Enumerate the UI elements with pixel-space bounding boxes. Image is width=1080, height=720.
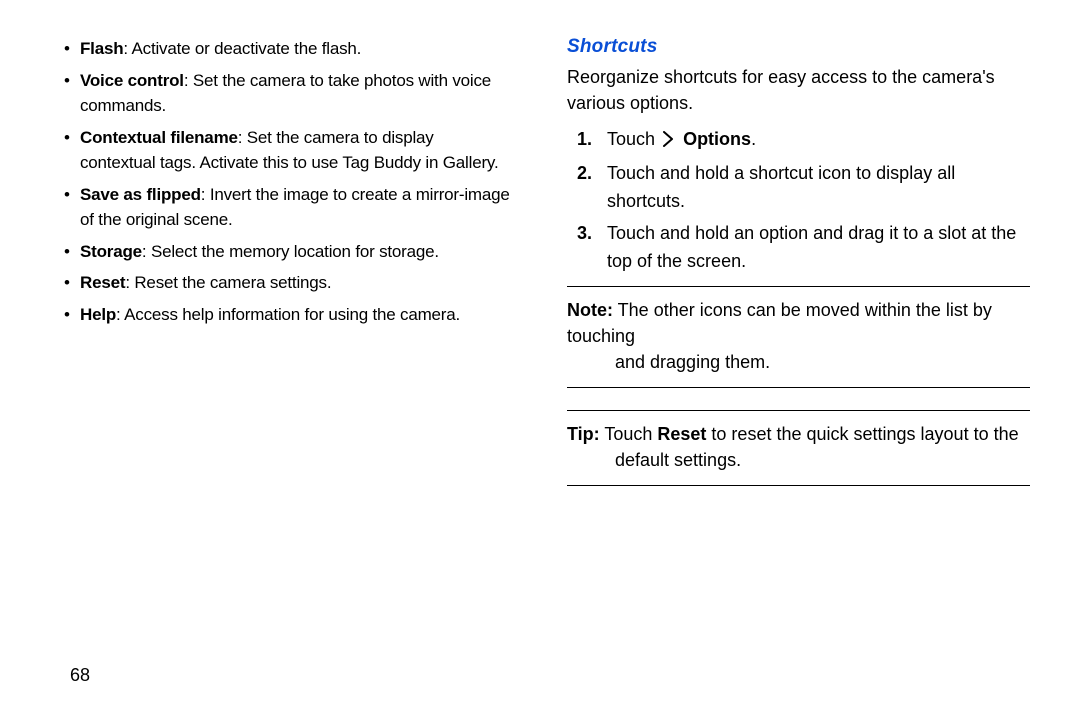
note-label: Note:	[567, 300, 613, 320]
step-bold: Options	[683, 129, 751, 149]
step-suffix: .	[751, 129, 756, 149]
step-item: Touch and hold an option and drag it to …	[567, 220, 1030, 276]
note-text: The other icons can be moved within the …	[567, 300, 992, 346]
note-block: Note: The other icons can be moved withi…	[567, 293, 1030, 381]
desc: : Access help information for using the …	[116, 305, 460, 324]
tip-label: Tip:	[567, 424, 600, 444]
list-item: Reset: Reset the camera settings.	[50, 270, 513, 296]
tip-block: Tip: Touch Reset to reset the quick sett…	[567, 417, 1030, 479]
term: Save as flipped	[80, 185, 201, 204]
term: Reset	[80, 273, 125, 292]
steps-list: Touch Options. Touch and hold a shortcut…	[567, 126, 1030, 275]
desc: : Reset the camera settings.	[125, 273, 331, 292]
step-item: Touch Options.	[567, 126, 1030, 156]
tip-bold: Reset	[657, 424, 706, 444]
term: Storage	[80, 242, 142, 261]
list-item: Save as flipped: Invert the image to cre…	[50, 182, 513, 233]
intro-paragraph: Reorganize shortcuts for easy access to …	[567, 64, 1030, 116]
divider	[567, 387, 1030, 388]
step-text: Touch	[607, 129, 660, 149]
note-text-line2: and dragging them.	[567, 349, 1030, 375]
desc: : Select the memory location for storage…	[142, 242, 439, 261]
spacer	[567, 394, 1030, 404]
divider	[567, 485, 1030, 486]
list-item: Help: Access help information for using …	[50, 302, 513, 328]
tip-text: to reset the quick settings layout to th…	[706, 424, 1018, 444]
step-text: Touch and hold a shortcut icon to displa…	[607, 163, 955, 211]
section-heading-shortcuts: Shortcuts	[567, 36, 1030, 58]
term: Voice control	[80, 71, 184, 90]
page-number: 68	[70, 665, 90, 686]
term: Help	[80, 305, 116, 324]
list-item: Voice control: Set the camera to take ph…	[50, 68, 513, 119]
list-item: Contextual filename: Set the camera to d…	[50, 125, 513, 176]
divider	[567, 286, 1030, 287]
term: Contextual filename	[80, 128, 238, 147]
left-column: Flash: Activate or deactivate the flash.…	[50, 36, 513, 492]
desc: : Activate or deactivate the flash.	[123, 39, 361, 58]
right-column: Shortcuts Reorganize shortcuts for easy …	[567, 36, 1030, 492]
chevron-right-icon	[661, 128, 675, 156]
term: Flash	[80, 39, 123, 58]
settings-bullet-list: Flash: Activate or deactivate the flash.…	[50, 36, 513, 327]
tip-prefix: Touch	[600, 424, 658, 444]
two-column-layout: Flash: Activate or deactivate the flash.…	[50, 36, 1030, 492]
list-item: Storage: Select the memory location for …	[50, 239, 513, 265]
manual-page: Flash: Activate or deactivate the flash.…	[0, 0, 1080, 720]
tip-text-line2: default settings.	[567, 447, 1030, 473]
list-item: Flash: Activate or deactivate the flash.	[50, 36, 513, 62]
step-text: Touch and hold an option and drag it to …	[607, 223, 1016, 271]
step-item: Touch and hold a shortcut icon to displa…	[567, 160, 1030, 216]
divider	[567, 410, 1030, 411]
